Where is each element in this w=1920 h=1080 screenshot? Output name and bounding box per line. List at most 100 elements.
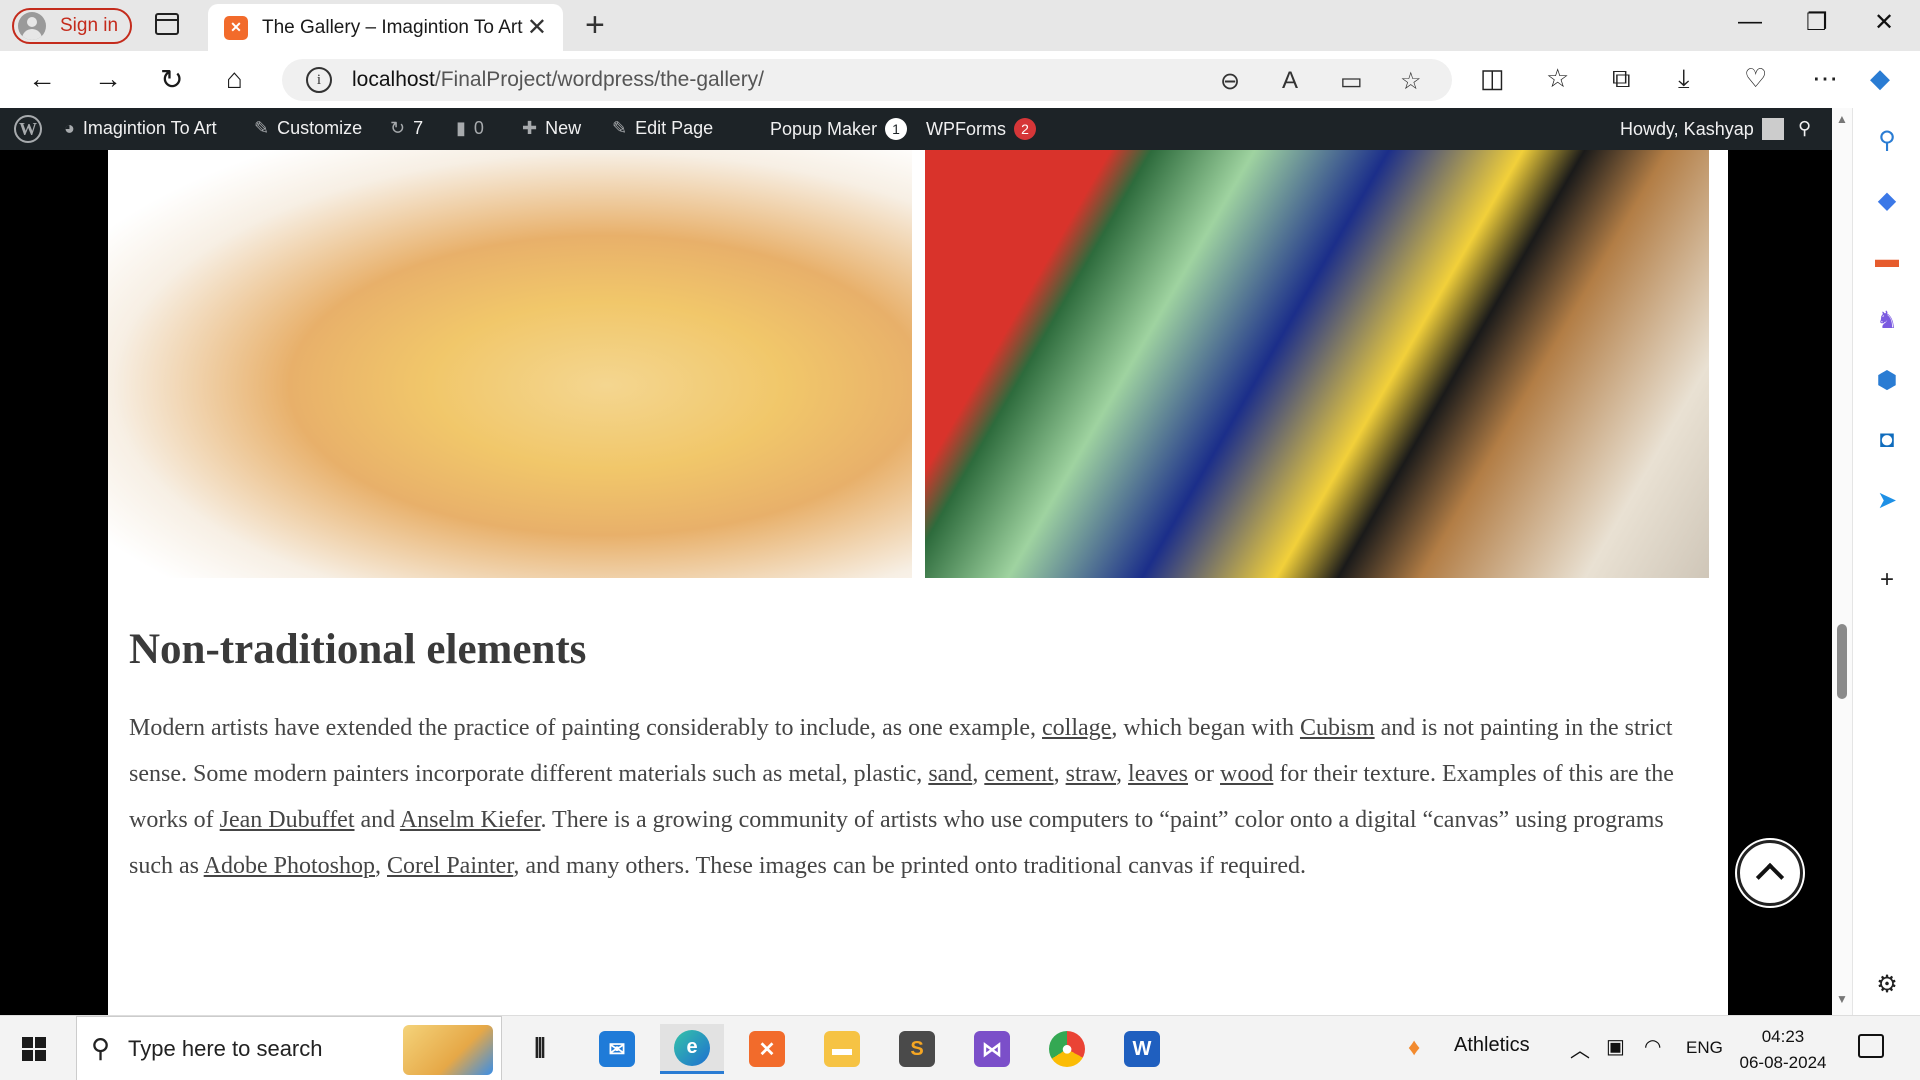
updates-icon: ↻ — [390, 118, 406, 138]
edge-sidebar: ⚲ ◆ ▬ ♞ ⬢ ◘ ➤ + ⚙ — [1852, 108, 1920, 1015]
sign-in-button[interactable]: Sign in — [12, 8, 132, 44]
admin-search-icon[interactable]: ⚲ — [1798, 118, 1811, 139]
scroll-up-icon[interactable]: ▲ — [1836, 112, 1848, 126]
edit-page-link[interactable]: ✎ Edit Page — [612, 118, 713, 139]
browser-toolbar: ← → ↻ ⌂ i localhost /FinalProject/wordpr… — [0, 51, 1920, 108]
more-menu-icon[interactable]: ⋯ — [1812, 63, 1838, 94]
games-icon[interactable]: ♞ — [1871, 304, 1903, 336]
article-paragraph: Modern artists have extended the practic… — [129, 715, 1674, 879]
link-collage[interactable]: collage — [1042, 715, 1111, 741]
zoom-out-icon[interactable]: ⊖ — [1220, 67, 1240, 96]
scroll-down-icon[interactable]: ▼ — [1836, 992, 1848, 1006]
edge-app-icon[interactable]: e — [660, 1024, 724, 1074]
portrait-painting-image — [108, 150, 912, 578]
chrome-app-icon[interactable]: ● — [1035, 1024, 1099, 1074]
xampp-app-icon[interactable]: ✕ — [735, 1024, 799, 1074]
url-path: /FinalProject/wordpress/the-gallery/ — [434, 68, 765, 91]
section-heading: Non-traditional elements — [129, 626, 587, 673]
user-avatar — [1761, 118, 1784, 140]
taskbar-search-box[interactable]: ⚲ Type here to search — [76, 1016, 502, 1080]
search-icon: ⚲ — [91, 1033, 111, 1063]
tab-actions-icon[interactable] — [155, 13, 179, 35]
edit-page-label: Edit Page — [635, 118, 714, 138]
microsoft-365-icon[interactable]: ⬢ — [1871, 364, 1903, 396]
start-button[interactable] — [22, 1037, 46, 1061]
weather-label[interactable]: Athletics — [1454, 1034, 1530, 1057]
link-wood[interactable]: wood — [1220, 761, 1273, 787]
visual-studio-icon[interactable]: ⋈ — [960, 1024, 1024, 1074]
customize-link[interactable]: ✎ Customize — [254, 118, 362, 139]
sidebar-settings-icon[interactable]: ⚙ — [1871, 968, 1903, 1000]
device-icon[interactable]: ▣ — [1606, 1034, 1625, 1059]
scrollbar-thumb[interactable] — [1837, 624, 1847, 699]
profile-icon — [18, 12, 46, 40]
address-bar[interactable]: i localhost /FinalProject/wordpress/the-… — [282, 59, 1452, 101]
plus-icon: ✚ — [522, 118, 538, 138]
wp-logo-icon[interactable]: W — [14, 115, 42, 143]
back-icon[interactable]: ← — [28, 63, 56, 95]
my-account-link[interactable]: Howdy, Kashyap — [1620, 118, 1784, 140]
link-corel-painter[interactable]: Corel Painter — [387, 853, 513, 879]
site-name-link[interactable]: ◕ Imagintion To Art — [64, 118, 217, 139]
restore-icon[interactable]: ❐ — [1806, 8, 1828, 37]
add-sidebar-app-icon[interactable]: + — [1871, 564, 1903, 596]
link-cement[interactable]: cement — [984, 761, 1053, 787]
sublime-text-icon[interactable]: S — [885, 1024, 949, 1074]
minimize-icon[interactable]: — — [1738, 8, 1762, 36]
sidebar-search-icon[interactable]: ⚲ — [1871, 124, 1903, 156]
read-aloud-icon[interactable]: A — [1282, 67, 1298, 95]
home-icon[interactable]: ⌂ — [226, 63, 243, 95]
link-leaves[interactable]: leaves — [1128, 761, 1188, 787]
site-info-icon[interactable]: i — [306, 67, 332, 93]
link-straw[interactable]: straw — [1066, 761, 1116, 787]
collections-icon[interactable]: ⧉ — [1612, 63, 1631, 95]
favorites-icon[interactable]: ☆ — [1546, 63, 1569, 94]
wpforms-link[interactable]: WPForms 2 — [926, 118, 1036, 140]
notifications-icon[interactable] — [1858, 1034, 1884, 1058]
link-jean-dubuffet[interactable]: Jean Dubuffet — [220, 807, 355, 833]
xampp-favicon-icon: ✕ — [224, 15, 248, 40]
mail-app-icon[interactable]: ✉ — [585, 1024, 649, 1074]
popup-maker-link[interactable]: Popup Maker 1 — [770, 118, 908, 140]
system-clock[interactable]: 04:23 06-08-2024 — [1718, 1024, 1848, 1076]
dashboard-icon: ◕ — [64, 118, 75, 138]
downloads-icon[interactable]: ⤓ — [1678, 63, 1690, 95]
shopping-tag-icon[interactable]: ◆ — [1871, 184, 1903, 216]
copilot-icon[interactable]: ◆ — [1870, 63, 1890, 94]
comments-link[interactable]: ▮ 0 — [456, 118, 492, 139]
brush-icon: ✎ — [254, 118, 270, 138]
search-highlight-image — [403, 1025, 493, 1075]
tools-icon[interactable]: ▬ — [1871, 244, 1903, 276]
new-tab-button[interactable]: + — [585, 6, 605, 45]
refresh-icon[interactable]: ↻ — [160, 63, 183, 96]
browser-essentials-icon[interactable]: ♡ — [1744, 63, 1767, 94]
tab-title: The Gallery – Imagintion To Art — [262, 16, 523, 38]
new-content-link[interactable]: ✚ New — [522, 118, 581, 139]
split-screen-icon[interactable]: ◫ — [1480, 63, 1505, 94]
wifi-icon[interactable]: ◠ — [1644, 1034, 1661, 1059]
howdy-label: Howdy, Kashyap — [1620, 118, 1754, 139]
comments-count: 0 — [473, 118, 484, 138]
new-label: New — [545, 118, 582, 138]
task-view-button[interactable]: ⫴ — [508, 1024, 572, 1074]
forward-icon[interactable]: → — [94, 63, 122, 95]
immersive-reader-icon[interactable]: ▭ — [1340, 67, 1363, 96]
page-scrollbar[interactable]: ▲ ▼ — [1832, 108, 1852, 1015]
clock-date: 06-08-2024 — [1739, 1053, 1827, 1072]
close-tab-icon[interactable]: ✕ — [527, 13, 547, 42]
show-hidden-icons-icon[interactable]: ︿ — [1570, 1034, 1590, 1063]
link-cubism[interactable]: Cubism — [1300, 715, 1375, 741]
close-window-icon[interactable]: ✕ — [1874, 8, 1894, 37]
weather-icon: ♦ — [1408, 1034, 1421, 1061]
link-sand[interactable]: sand — [928, 761, 972, 787]
favorite-star-icon[interactable]: ☆ — [1400, 67, 1422, 96]
link-adobe-photoshop[interactable]: Adobe Photoshop — [204, 853, 375, 879]
active-tab[interactable]: ✕ The Gallery – Imagintion To Art ✕ — [208, 4, 563, 51]
telegram-icon[interactable]: ➤ — [1871, 484, 1903, 516]
link-anselm-kiefer[interactable]: Anselm Kiefer — [400, 807, 541, 833]
updates-link[interactable]: ↻ 7 — [390, 118, 423, 139]
scroll-to-top-button[interactable] — [1737, 840, 1803, 906]
file-explorer-icon[interactable]: ▬ — [810, 1024, 874, 1074]
word-app-icon[interactable]: W — [1110, 1024, 1174, 1074]
outlook-icon[interactable]: ◘ — [1871, 424, 1903, 456]
